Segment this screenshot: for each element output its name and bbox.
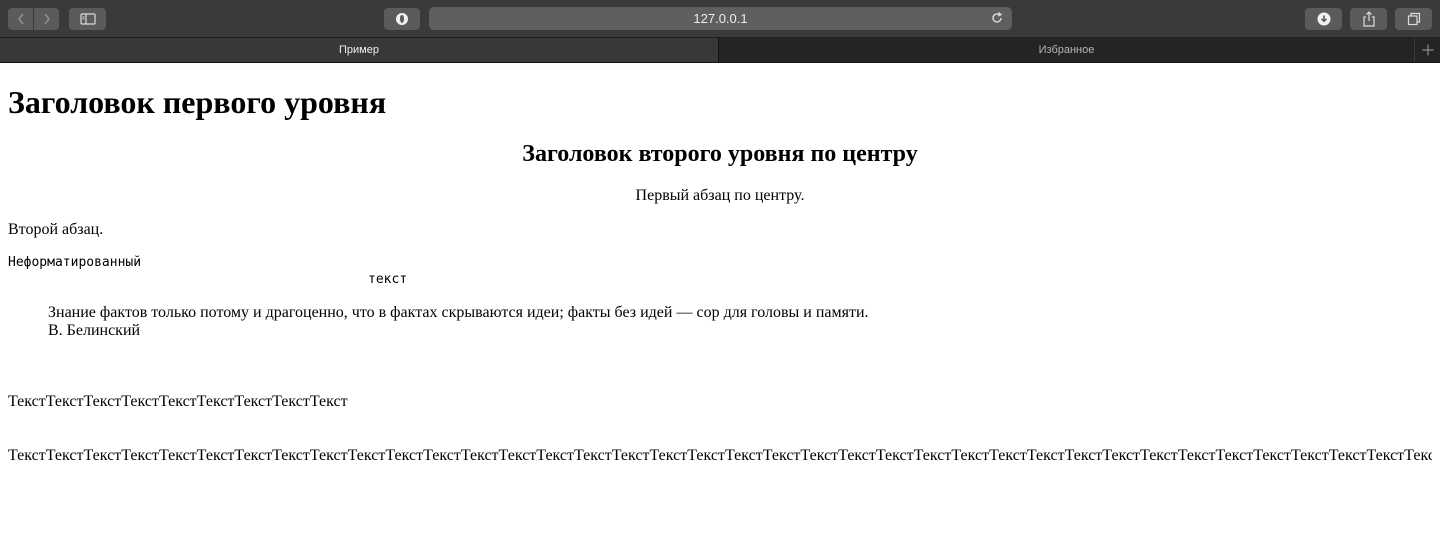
share-icon [1362,11,1375,27]
downloads-button[interactable] [1305,8,1342,30]
heading-level-1: Заголовок первого уровня [8,84,387,120]
paragraph-second: Второй абзац. [8,221,104,238]
shield-icon [396,13,408,25]
tabs-icon [1407,12,1420,26]
text-line-2: ТекстТекстТекстТекстТекстТекстТекстТекст… [8,447,1432,464]
chevron-left-icon [17,13,24,25]
browser-toolbar: 127.0.0.1 [0,0,1440,38]
tab-example[interactable]: Пример [0,38,719,62]
plus-icon [1422,44,1433,56]
nav-buttons [8,8,59,30]
tab-bar: Пример Избранное [0,38,1440,63]
tab-favorites[interactable]: Избранное [719,38,1415,62]
tabs-overview-button[interactable] [1395,8,1432,30]
page-content: Заголовок первого уровня Заголовок второ… [0,84,1440,501]
share-button[interactable] [1350,8,1387,30]
quote-author: В. Белинский [48,322,141,339]
paragraph-centered: Первый абзац по центру. [635,187,805,204]
sidebar-icon [79,13,96,25]
new-tab-button[interactable] [1415,38,1440,62]
forward-button[interactable] [33,8,59,30]
privacy-button[interactable] [384,8,420,30]
chevron-right-icon [43,13,50,25]
download-icon [1317,12,1330,26]
back-button[interactable] [8,8,33,30]
quote-block: Знание фактов только потому и драгоценно… [48,304,1432,340]
sidebar-button[interactable] [69,8,106,30]
quote-text: Знание фактов только потому и драгоценно… [48,304,869,321]
preformatted-text: Неформатированный текст [8,255,408,287]
tab-label: Пример [339,44,379,56]
reload-icon[interactable] [990,11,1004,25]
text-line-1: ТекстТекстТекстТекстТекстТекстТекстТекст… [8,393,348,410]
heading-level-2-centered: Заголовок второго уровня по центру [522,141,918,167]
tab-label: Избранное [1038,44,1095,56]
address-bar[interactable]: 127.0.0.1 [429,7,1012,30]
url-text: 127.0.0.1 [693,11,748,26]
long-text-block: ТекстТекстТекстТекстТекстТекстТекстТекст… [8,357,1432,501]
